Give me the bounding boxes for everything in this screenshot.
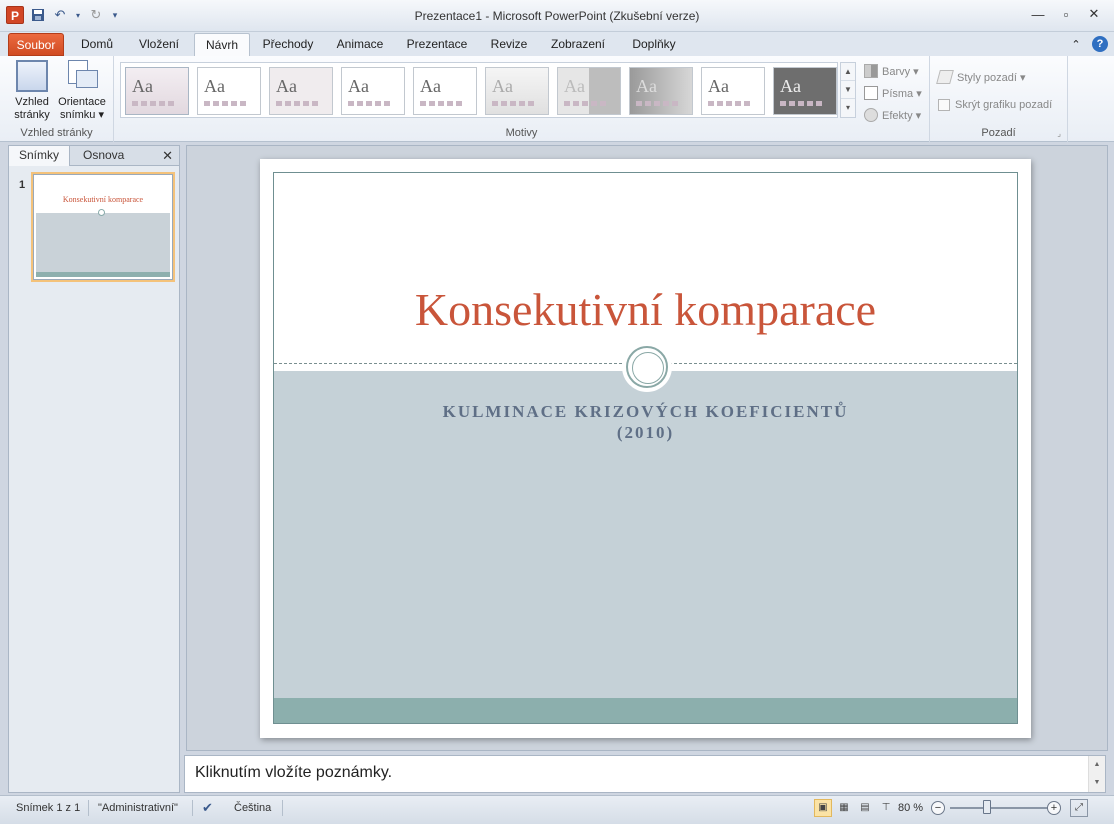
theme-thumbnail[interactable]: Aa: [557, 67, 621, 115]
slide-title[interactable]: Konsekutivní komparace: [274, 283, 1017, 336]
tab-animations[interactable]: Animace: [328, 33, 392, 56]
maximize-button[interactable]: ▫: [1052, 4, 1080, 24]
themes-gallery-scroll: ▲ ▼ ▾: [840, 62, 856, 118]
group-label-background: Pozadí: [981, 127, 1016, 139]
gallery-scroll-down-icon[interactable]: ▼: [841, 81, 855, 99]
status-slide-info: Snímek 1 z 1: [16, 802, 81, 814]
effects-icon: [864, 108, 878, 122]
title-bar: P ↶ ▾ ↻ ▾ Prezentace1 - Microsoft PowerP…: [0, 0, 1114, 32]
slide-subtitle[interactable]: KULMINACE KRIZOVÝCH KOEFICIENTŮ (2010): [274, 401, 1017, 443]
theme-thumbnail[interactable]: Aa: [485, 67, 549, 115]
background-styles-button[interactable]: Styly pozadí ▾: [936, 68, 1026, 86]
fonts-button[interactable]: Písma ▾: [864, 84, 922, 102]
slide-sorter-view-icon[interactable]: ▦: [835, 799, 853, 817]
theme-thumbnail[interactable]: Aa: [773, 67, 837, 115]
page-setup-icon: [16, 60, 48, 92]
theme-thumbnail[interactable]: Aa: [197, 67, 261, 115]
window-controls: — ▫ ✕: [1024, 4, 1108, 24]
help-icon[interactable]: ?: [1092, 36, 1108, 52]
slides-pane-tabs: Snímky Osnova ✕: [9, 146, 179, 166]
tab-slideshow[interactable]: Prezentace: [400, 33, 474, 56]
page-setup-button[interactable]: Vzhled stránky: [10, 60, 54, 122]
tab-review[interactable]: Revize: [482, 33, 536, 56]
notes-scrollbar[interactable]: ▲ ▼: [1088, 756, 1105, 792]
tab-home[interactable]: Domů: [72, 33, 122, 56]
thumbnail-title: Konsekutivní komparace: [62, 195, 144, 204]
tab-slides[interactable]: Snímky: [9, 146, 71, 166]
gallery-scroll-up-icon[interactable]: ▲: [841, 63, 855, 81]
hide-background-checkbox[interactable]: [938, 99, 950, 111]
minimize-button[interactable]: —: [1024, 4, 1052, 24]
zoom-level[interactable]: 80 %: [898, 799, 923, 817]
theme-thumbnail[interactable]: Aa: [341, 67, 405, 115]
tab-file[interactable]: Soubor: [8, 33, 64, 56]
colors-icon: [864, 64, 878, 78]
tab-transitions[interactable]: Přechody: [254, 33, 322, 56]
theme-thumbnail[interactable]: Aa: [125, 67, 189, 115]
fit-slide-icon[interactable]: ⤢: [1070, 799, 1088, 817]
slide-editing-area: Konsekutivní komparace KULMINACE KRIZOVÝ…: [186, 145, 1108, 751]
group-label-page-setup: Vzhled stránky: [20, 127, 93, 139]
fonts-icon: [864, 86, 878, 100]
proofing-icon[interactable]: ✔: [202, 799, 213, 817]
themes-gallery: Aa Aa Aa Aa Aa Aa Aa Aa Aa Aa: [120, 62, 838, 118]
background-styles-icon: [936, 70, 954, 84]
tab-design[interactable]: Návrh: [194, 33, 250, 56]
slide-orientation-button[interactable]: Orientace snímku ▾: [56, 60, 108, 122]
slide-orientation-label: Orientace snímku ▾: [58, 96, 106, 121]
tab-insert[interactable]: Vložení: [130, 33, 188, 56]
zoom-out-icon[interactable]: −: [931, 801, 945, 815]
theme-thumbnail[interactable]: Aa: [701, 67, 765, 115]
status-theme-name[interactable]: "Administrativní": [98, 799, 178, 817]
zoom-slider-thumb[interactable]: [983, 800, 991, 814]
tab-view[interactable]: Zobrazení: [544, 33, 612, 56]
window-title: Prezentace1 - Microsoft PowerPoint (Zkuš…: [414, 9, 700, 23]
hide-background-graphics[interactable]: Skrýt grafiku pozadí: [938, 96, 1052, 114]
slide-subtitle-line2: (2010): [616, 423, 675, 442]
slide-thumbnail[interactable]: Konsekutivní komparace: [33, 174, 173, 280]
zoom-slider-track[interactable]: [950, 807, 1048, 809]
colors-button[interactable]: Barvy ▾: [864, 62, 919, 80]
notes-pane[interactable]: Kliknutím vložíte poznámky. ▲ ▼: [184, 755, 1106, 793]
group-label-themes: Motivy: [505, 127, 538, 139]
effects-button[interactable]: Efekty ▾: [864, 106, 921, 124]
theme-thumbnail[interactable]: Aa: [269, 67, 333, 115]
page-setup-label: Vzhled stránky: [14, 96, 50, 121]
tab-outline[interactable]: Osnova: [73, 146, 134, 166]
ribbon-tabs: Soubor Domů Vložení Návrh Přechody Anima…: [0, 32, 1114, 56]
dialog-launcher-icon[interactable]: ⌟: [1057, 129, 1061, 138]
tab-addins[interactable]: Doplňky: [620, 33, 688, 56]
minimize-ribbon-icon[interactable]: ⌃: [1068, 36, 1084, 52]
status-language[interactable]: Čeština: [234, 799, 271, 817]
close-button[interactable]: ✕: [1080, 4, 1108, 24]
notes-placeholder[interactable]: Kliknutím vložíte poznámky.: [195, 764, 392, 782]
slide-circle-ornament: [626, 346, 668, 388]
group-page-setup: Vzhled stránky Orientace snímku ▾ Vzhled…: [0, 56, 114, 142]
slideshow-view-icon[interactable]: ⊤: [877, 799, 895, 817]
reading-view-icon[interactable]: ▤: [856, 799, 874, 817]
normal-view-icon[interactable]: ▣: [814, 799, 832, 817]
slides-pane: Snímky Osnova ✕ 1 Konsekutivní komparace: [8, 145, 180, 793]
slide-canvas[interactable]: Konsekutivní komparace KULMINACE KRIZOVÝ…: [260, 159, 1031, 738]
theme-thumbnail[interactable]: Aa: [629, 67, 693, 115]
slide-frame: Konsekutivní komparace KULMINACE KRIZOVÝ…: [273, 172, 1018, 724]
slide-number: 1: [19, 179, 26, 191]
status-bar: Snímek 1 z 1 "Administrativní" ✔ Čeština…: [0, 795, 1114, 824]
theme-thumbnail[interactable]: Aa: [413, 67, 477, 115]
ribbon-help-controls: ⌃ ?: [1068, 36, 1108, 52]
slide-subtitle-line1: KULMINACE KRIZOVÝCH KOEFICIENTŮ: [442, 402, 849, 421]
slide-footer-bar: [274, 698, 1017, 723]
gallery-more-icon[interactable]: ▾: [841, 99, 855, 117]
slide-orientation-icon: [66, 60, 98, 92]
zoom-in-icon[interactable]: +: [1047, 801, 1061, 815]
close-pane-icon[interactable]: ✕: [162, 148, 173, 164]
ribbon-design: Vzhled stránky Orientace snímku ▾ Vzhled…: [0, 56, 1114, 142]
